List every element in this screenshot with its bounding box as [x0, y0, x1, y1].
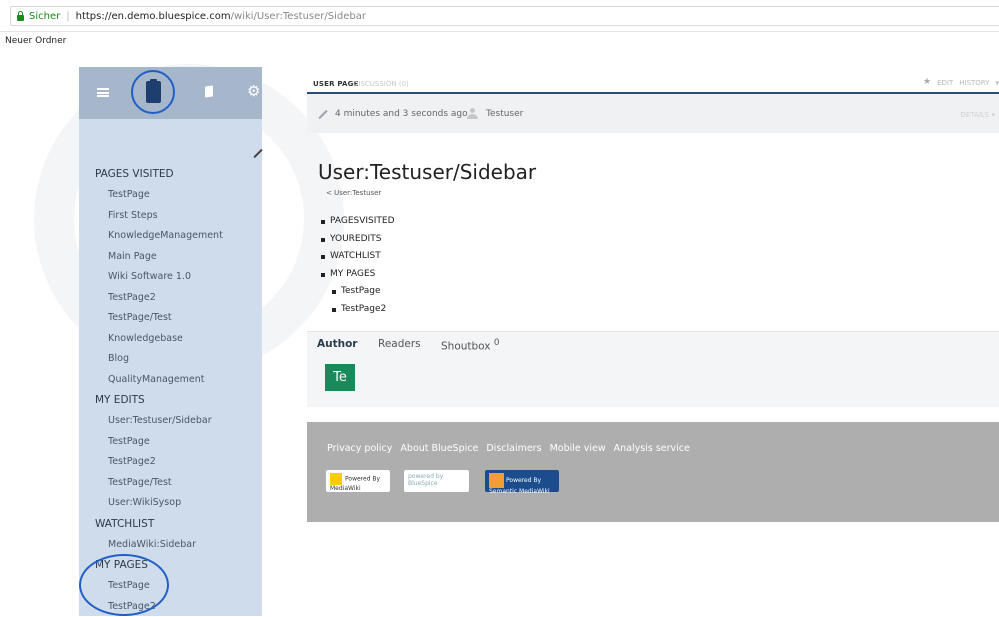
info-bar: 4 minutes and 3 seconds ago Testuser DET…: [307, 94, 999, 133]
shoutbox-count: 0: [494, 338, 500, 348]
pencil-icon: [318, 110, 327, 119]
sidebar-item[interactable]: TestPage: [79, 185, 262, 206]
browser-address-bar: Sicher | https://en.demo.bluespice.com /…: [0, 0, 999, 32]
badge-bluespice-text: powered by BlueSpice: [408, 473, 443, 487]
sidebar-item[interactable]: Knowledgebase: [79, 329, 262, 350]
menu-icon[interactable]: [97, 88, 109, 97]
mediawiki-logo-icon: [330, 473, 342, 485]
sidebar-list: PAGES VISITED TestPage First Steps Knowl…: [79, 164, 262, 617]
sidebar-item[interactable]: TestPage/Test: [79, 473, 262, 494]
sidebar-item[interactable]: TestPage2: [79, 288, 262, 309]
edit-link[interactable]: EDIT: [937, 79, 953, 87]
highlight-circle-my-pages: [79, 554, 169, 616]
tab-shoutbox[interactable]: Shoutbox 0: [441, 338, 499, 353]
bottom-tabs: Author Readers Shoutbox 0: [307, 331, 999, 355]
user-icon: [467, 108, 478, 119]
sidebar-toolbar: ⚙: [79, 67, 262, 119]
url-host: https://en.demo.bluespice.com: [76, 11, 231, 22]
sidebar-item[interactable]: TestPage: [79, 432, 262, 453]
footer-link[interactable]: Analysis service: [614, 443, 690, 454]
page-tabs: USER PAGE DISCUSSION (0) ★ EDIT HISTORY …: [307, 73, 999, 94]
footer: Privacy policy About BlueSpice Disclaime…: [307, 422, 999, 522]
semantic-logo-icon: [489, 473, 504, 488]
last-edit-time[interactable]: 4 minutes and 3 seconds ago: [335, 109, 468, 119]
sidebar-item[interactable]: User:WikiSysop: [79, 493, 262, 514]
sidebar-item[interactable]: Blog: [79, 349, 262, 370]
tab-discussion[interactable]: DISCUSSION (0): [353, 80, 409, 88]
list-item: PAGESVISITED: [318, 213, 395, 231]
footer-link[interactable]: Privacy policy: [327, 443, 392, 454]
lock-icon: [17, 15, 24, 21]
badge-semantic-mediawiki[interactable]: Powered By Semantic MediaWiki: [485, 470, 559, 492]
highlight-circle: [131, 70, 175, 114]
author-panel: Te: [307, 355, 999, 407]
history-link[interactable]: HISTORY: [959, 79, 989, 87]
footer-link[interactable]: Mobile view: [550, 443, 606, 454]
sidebar-item[interactable]: KnowledgeManagement: [79, 226, 262, 247]
secure-label: Sicher: [29, 11, 60, 22]
back-link[interactable]: < User:Testuser: [326, 189, 381, 197]
list-item: YOUREDITS: [318, 231, 395, 249]
sidebar-item[interactable]: TestPage/Test: [79, 308, 262, 329]
list-subitem: TestPage2: [318, 301, 395, 319]
sidebar-item[interactable]: Main Page: [79, 247, 262, 268]
sidebar-item[interactable]: MediaWiki:Sidebar: [79, 535, 262, 556]
url-separator: |: [66, 11, 69, 22]
bookmark-folder[interactable]: Neuer Ordner: [5, 36, 66, 46]
edit-pencil-icon[interactable]: [253, 149, 262, 158]
book-icon[interactable]: [205, 85, 213, 97]
tab-author[interactable]: Author: [317, 338, 358, 350]
page-title: User:Testuser/Sidebar: [318, 160, 536, 184]
details-toggle[interactable]: DETAILS ▾: [961, 111, 996, 119]
content-list: PAGESVISITED YOUREDITS WATCHLIST MY PAGE…: [318, 213, 395, 318]
tab-readers[interactable]: Readers: [378, 338, 421, 350]
last-editor[interactable]: Testuser: [486, 109, 523, 119]
sidebar-heading-watchlist: WATCHLIST: [79, 514, 262, 535]
shoutbox-label: Shoutbox: [441, 341, 491, 353]
list-subitem: TestPage: [318, 283, 395, 301]
badge-mediawiki[interactable]: Powered By MediaWiki: [326, 470, 390, 492]
footer-link[interactable]: About BlueSpice: [400, 443, 478, 454]
more-icon[interactable]: ▾: [995, 79, 999, 87]
gear-icon[interactable]: ⚙: [247, 84, 263, 98]
details-label: DETAILS: [961, 111, 990, 119]
badge-bluespice[interactable]: powered by BlueSpice: [404, 470, 469, 492]
url-path: /wiki/User:Testuser/Sidebar: [231, 11, 366, 22]
sidebar-heading-pages-visited: PAGES VISITED: [79, 164, 262, 185]
avatar[interactable]: Te: [325, 364, 355, 391]
list-item: MY PAGES: [318, 266, 395, 284]
sidebar-item[interactable]: First Steps: [79, 206, 262, 227]
sidebar-item[interactable]: QualityManagement: [79, 370, 262, 391]
list-item: WATCHLIST: [318, 248, 395, 266]
sidebar-heading-my-edits: MY EDITS: [79, 390, 262, 411]
star-icon[interactable]: ★: [923, 79, 931, 87]
page-actions: ★ EDIT HISTORY ▾: [923, 79, 999, 87]
tab-user-page[interactable]: USER PAGE: [313, 80, 359, 88]
bookmarks-bar: Neuer Ordner: [0, 33, 999, 50]
sidebar: ⚙ PAGES VISITED TestPage First Steps Kno…: [79, 67, 262, 616]
sidebar-item[interactable]: TestPage2: [79, 452, 262, 473]
footer-link[interactable]: Disclaimers: [486, 443, 541, 454]
sidebar-item[interactable]: Wiki Software 1.0: [79, 267, 262, 288]
sidebar-item[interactable]: User:Testuser/Sidebar: [79, 411, 262, 432]
footer-links: Privacy policy About BlueSpice Disclaime…: [327, 443, 695, 454]
url-field[interactable]: Sicher | https://en.demo.bluespice.com /…: [10, 6, 999, 26]
